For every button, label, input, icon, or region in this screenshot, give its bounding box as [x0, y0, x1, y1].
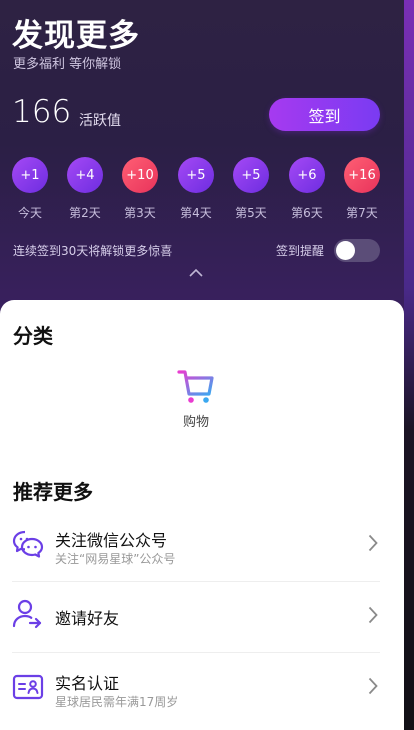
category-item-shopping[interactable]: 购物: [166, 368, 226, 430]
day-item: +16 第7天: [342, 157, 382, 221]
recommend-item-title: 邀请好友: [55, 609, 120, 628]
recommend-item-invite[interactable]: 邀请好友: [12, 582, 380, 650]
day-reward-badge: +5: [178, 157, 214, 193]
day-reward-badge: +16: [344, 157, 380, 193]
window-edge: [404, 0, 414, 717]
day-label: 第5天: [235, 206, 267, 220]
chevron-right-icon: [368, 534, 378, 552]
checkin-button[interactable]: 签到: [269, 98, 380, 131]
recommend-item-subtitle: 星球居民需年满17周岁: [55, 695, 179, 709]
recommend-item-subtitle: 关注“网易星球”公众号: [55, 552, 176, 566]
recommend-item-title: 实名认证: [55, 674, 120, 693]
header-panel: 发现更多 更多福利 等你解锁 166 活跃值 签到 +1 今天 +4 第2天 +…: [0, 0, 414, 320]
category-label: 购物: [182, 415, 209, 430]
activity-score: 166: [12, 94, 72, 130]
reminder-toggle[interactable]: [334, 239, 380, 262]
day-item: +1 今天: [10, 157, 50, 221]
recommend-title: 推荐更多: [13, 480, 93, 504]
invite-user-icon: [12, 599, 42, 629]
recommend-item-title: 关注微信公众号: [55, 531, 168, 550]
day-item: +5 第5天: [231, 157, 271, 221]
content-card: 分类 购物 推荐更多 关注微信公众号 关注“网易星球”公众号 邀请好友 实名认证…: [0, 300, 404, 730]
chevron-right-icon: [368, 677, 378, 695]
day-item: +10 第3天: [120, 157, 160, 221]
reminder-label: 签到提醒: [276, 244, 325, 258]
day-label: 第2天: [69, 206, 101, 220]
checkin-days: +1 今天 +4 第2天 +10 第3天 +5 第4天 +5 第5天 +6 第6…: [10, 157, 382, 221]
id-card-icon: [12, 674, 44, 700]
day-item: +4 第2天: [65, 157, 105, 221]
toggle-knob: [336, 241, 355, 260]
activity-score-label: 活跃值: [79, 113, 121, 129]
collapse-chevron-icon[interactable]: [188, 268, 204, 278]
recommend-item-verify[interactable]: 实名认证 星球居民需年满17周岁: [12, 653, 380, 721]
chevron-right-icon: [368, 606, 378, 624]
day-label: 今天: [17, 206, 42, 220]
wechat-icon: [12, 530, 44, 558]
page-title: 发现更多: [12, 18, 140, 54]
page-subtitle: 更多福利 等你解锁: [13, 57, 122, 72]
day-reward-badge: +10: [122, 157, 158, 193]
day-reward-badge: +5: [233, 157, 269, 193]
day-label: 第7天: [346, 206, 378, 220]
recommend-item-wechat[interactable]: 关注微信公众号 关注“网易星球”公众号: [12, 514, 380, 582]
day-reward-badge: +1: [12, 157, 48, 193]
day-reward-badge: +6: [289, 157, 325, 193]
day-item: +5 第4天: [176, 157, 216, 221]
categories-title: 分类: [13, 324, 53, 348]
day-item: +6 第6天: [287, 157, 327, 221]
day-reward-badge: +4: [67, 157, 103, 193]
day-label: 第6天: [291, 206, 323, 220]
day-label: 第3天: [124, 206, 156, 220]
streak-hint: 连续签到30天将解锁更多惊喜: [13, 244, 173, 258]
shopping-cart-icon: [177, 370, 214, 403]
day-label: 第4天: [180, 206, 212, 220]
